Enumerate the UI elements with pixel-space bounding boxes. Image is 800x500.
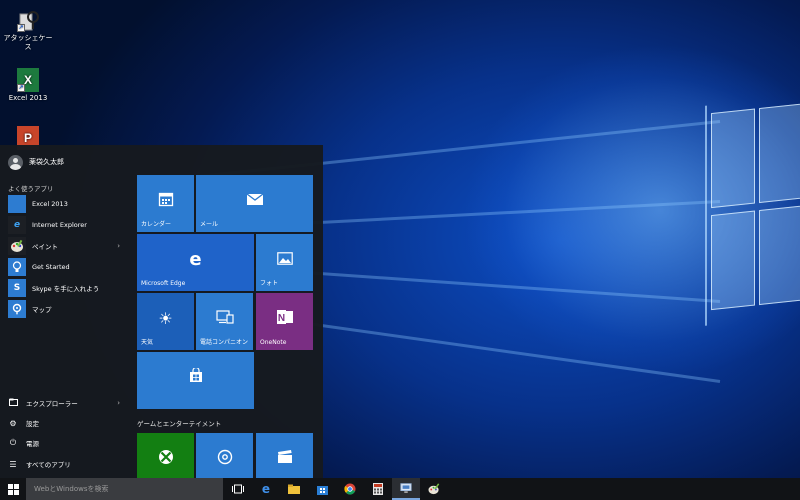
power-icon: ⏻ [9,438,17,447]
tile-label: フォト [260,280,279,287]
tile-group-label: ゲームとエンターテイメント [137,420,222,428]
onenote-icon: N [276,309,294,329]
svg-text:N: N [277,313,284,324]
sys-item-label: 設定 [26,420,39,428]
start-menu: 薬袋久太郎 よく使うアプリ Excel 2013 e Internet Expl… [0,145,323,478]
taskbar-edge[interactable]: e [252,478,280,500]
excel-icon [8,195,26,213]
tile-photos[interactable]: フォト [256,234,313,291]
lightbulb-icon [8,258,26,276]
app-item-skype[interactable]: S Skype を手に入れよう [8,279,126,297]
all-apps-icon: ☰ [9,459,17,469]
file-explorer-icon [8,398,18,408]
paint-icon [8,237,26,255]
edge-icon: e [189,249,202,270]
app-item-label: Excel 2013 [32,200,68,208]
taskbar-chrome[interactable] [336,478,364,500]
calendar-icon [158,191,174,211]
app-item-internet-explorer[interactable]: e Internet Explorer [8,216,126,234]
tile-onenote[interactable]: N OneNote [256,293,313,350]
internet-explorer-icon: e [8,216,26,234]
app-item-label: マップ [32,306,52,314]
desktop-icon-label: Excel 2013 [8,94,48,102]
store-icon [189,366,203,387]
search-input[interactable]: WebとWindowsを検索 [26,478,223,500]
tile-label: 電話コンパニオン [200,339,249,346]
app-item-label: Get Started [32,263,70,271]
taskbar: WebとWindowsを検索 e [0,478,800,500]
music-disc-icon [217,449,233,469]
wallpaper-window-logo [705,94,800,326]
tile-label: Microsoft Edge [141,280,186,287]
chevron-right-icon[interactable]: › [117,399,120,407]
taskbar-store[interactable] [308,478,336,500]
store-icon [316,484,328,495]
photos-icon [276,250,293,269]
sun-icon: ☀ [158,309,173,328]
start-menu-left-column: 薬袋久太郎 よく使うアプリ Excel 2013 e Internet Expl… [0,145,130,478]
task-view-icon [232,484,244,495]
desktop-icon-excel[interactable]: X ↗ Excel 2013 [2,68,54,103]
avatar [8,154,23,170]
frequent-apps-heading: よく使うアプリ [8,185,54,193]
tile-weather[interactable]: ☀ 天気 [137,293,194,350]
windows-logo-icon [7,483,19,495]
app-item-label: Internet Explorer [32,221,87,229]
desktop-icon-briefcase[interactable]: ↗ アタッシェケース [2,8,54,52]
edge-icon: e [261,482,271,496]
tile-movies-tv[interactable] [256,433,313,478]
tile-microsoft-edge[interactable]: e Microsoft Edge [137,234,254,291]
screen-capture-icon [400,483,412,494]
sys-item-all-apps[interactable]: ☰ すべてのアプリ [8,456,126,472]
taskbar-task-view[interactable] [224,478,252,500]
clapperboard-icon [277,449,293,468]
taskbar-screen-capture[interactable] [392,478,420,500]
tile-label: 天気 [141,339,154,346]
tile-store[interactable] [137,352,254,409]
sys-item-file-explorer[interactable]: エクスプローラー › [8,395,126,411]
tile-calendar[interactable]: カレンダー [137,175,194,232]
chevron-right-icon[interactable]: › [117,242,120,250]
mail-icon [246,191,264,210]
tile-phone-companion[interactable]: 電話コンパニオン [196,293,253,350]
search-placeholder: WebとWindowsを検索 [34,485,109,493]
sys-item-settings[interactable]: ⚙ 設定 [8,415,126,431]
taskbar-paint[interactable] [420,478,448,500]
excel-icon: X ↗ [17,68,39,92]
sys-item-label: すべてのアプリ [26,461,71,469]
sys-item-power[interactable]: ⏻ 電源 [8,435,126,451]
taskbar-calculator[interactable] [364,478,392,500]
app-item-maps[interactable]: マップ [8,300,126,318]
app-item-paint[interactable]: ペイント › [8,237,126,255]
calculator-icon [372,483,384,495]
user-name: 薬袋久太郎 [29,158,64,166]
skype-icon: S [8,279,26,297]
app-item-get-started[interactable]: Get Started [8,258,126,276]
sys-item-label: 電源 [26,440,39,448]
tile-label: メール [200,221,219,228]
tile-label: OneNote [260,339,287,346]
tile-mail[interactable]: メール [196,175,313,232]
taskbar-file-explorer[interactable] [280,478,308,500]
sys-item-label: エクスプローラー [26,400,78,408]
app-item-excel[interactable]: Excel 2013 [8,195,126,213]
file-explorer-icon [288,484,300,495]
maps-icon [8,300,26,318]
phone-companion-icon [215,309,234,328]
tile-xbox[interactable] [137,433,194,478]
user-account[interactable]: 薬袋久太郎 [8,153,64,171]
chrome-icon [344,483,356,495]
tile-groove-music[interactable] [196,433,253,478]
xbox-icon [158,449,174,469]
tile-label: カレンダー [141,221,172,228]
app-item-label: Skype を手に入れよう [32,285,100,293]
gear-icon: ⚙ [9,418,17,428]
start-button[interactable] [0,478,26,500]
desktop-icon-label: アタッシェケース [3,34,53,51]
paint-icon [428,483,440,495]
app-item-label: ペイント [32,243,58,251]
briefcase-icon: ↗ [17,8,39,32]
